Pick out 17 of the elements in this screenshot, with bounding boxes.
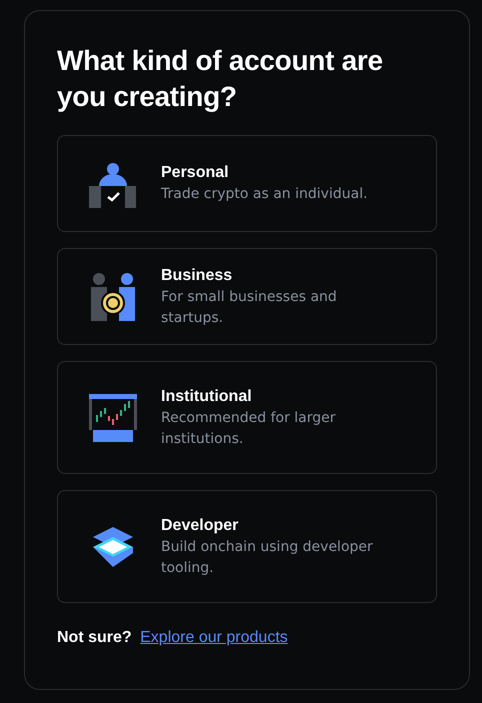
option-title: Institutional <box>161 386 253 406</box>
chart-monitor-icon <box>89 394 137 442</box>
option-title: Personal <box>161 163 230 183</box>
two-people-coin-icon <box>89 272 137 320</box>
option-description: Trade crypto as an individual. <box>161 185 368 204</box>
account-option[interactable]: Developer Build onchain using developer tooling. <box>57 490 437 603</box>
option-description: Recommended for larger institutions. <box>161 408 337 448</box>
option-title: Business <box>161 266 234 286</box>
heading: What kind of account are you creating? <box>57 44 384 114</box>
account-option[interactable]: Business For small businesses and startups. <box>57 248 437 345</box>
footer-prompt: Not sure? <box>57 629 132 646</box>
account-option[interactable]: Personal Trade crypto as an individual. <box>57 135 437 232</box>
option-description: For small businesses and startups. <box>161 288 338 328</box>
explore-link[interactable]: Explore our products <box>140 629 288 646</box>
option-description: Build onchain using developer tooling. <box>161 538 374 578</box>
account-option[interactable]: Institutional Recommended for larger institutions. <box>57 361 437 474</box>
option-title: Developer <box>161 516 240 536</box>
